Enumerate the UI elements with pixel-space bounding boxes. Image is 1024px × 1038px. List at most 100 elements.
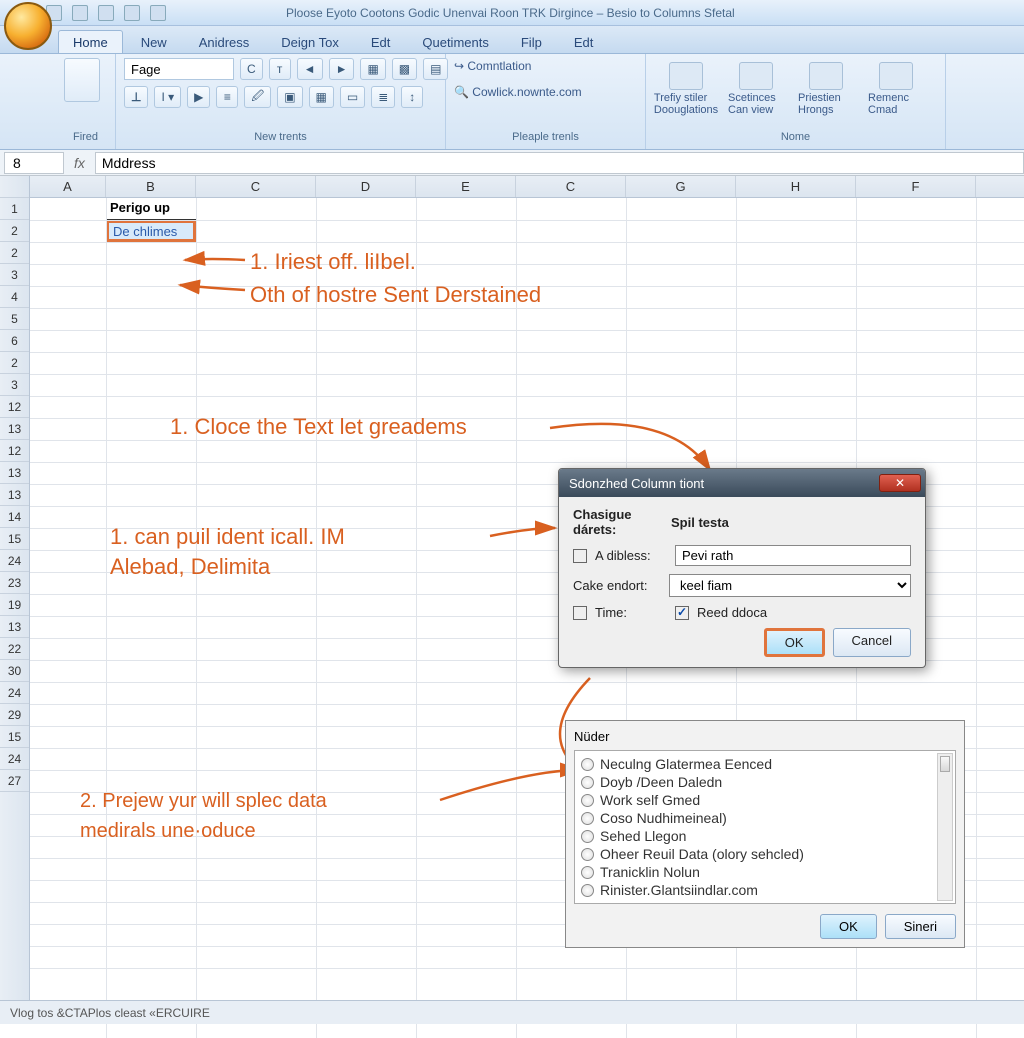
bold-button[interactable]: ⊥ — [124, 86, 148, 108]
arrow-left-icon[interactable]: ◄ — [297, 58, 323, 80]
row-header[interactable]: 2 — [0, 220, 29, 242]
row-header[interactable]: 14 — [0, 506, 29, 528]
time-checkbox[interactable] — [573, 606, 587, 620]
tab-edt2[interactable]: Edt — [560, 31, 608, 53]
col-header[interactable]: F — [856, 176, 976, 197]
fill-icon[interactable]: ▩ — [392, 58, 417, 80]
row-header[interactable]: 22 — [0, 638, 29, 660]
qat-icon[interactable] — [72, 5, 88, 21]
col-header[interactable]: H — [736, 176, 856, 197]
col-header[interactable]: E — [416, 176, 516, 197]
arrow-right-icon[interactable]: ► — [329, 58, 355, 80]
style-icon[interactable]: ≣ — [371, 86, 395, 108]
tab-design[interactable]: Deign Tox — [267, 31, 353, 53]
tab-anidress[interactable]: Anidress — [185, 31, 264, 53]
row-header[interactable]: 1 — [0, 198, 29, 220]
row-header[interactable]: 15 — [0, 528, 29, 550]
row-header[interactable]: 24 — [0, 682, 29, 704]
radio-icon[interactable] — [581, 758, 594, 771]
col-header[interactable]: C — [516, 176, 626, 197]
row-header[interactable]: 29 — [0, 704, 29, 726]
radio-icon[interactable] — [581, 830, 594, 843]
tab-edt[interactable]: Edt — [357, 31, 405, 53]
italic-button[interactable]: I ▾ — [154, 86, 181, 108]
border-icon[interactable]: ▦ — [309, 86, 334, 108]
list-item[interactable]: Doyb /Deen Daledn — [581, 773, 935, 791]
row-header[interactable]: 13 — [0, 418, 29, 440]
row-header[interactable]: 3 — [0, 264, 29, 286]
merge-icon[interactable]: ▭ — [340, 86, 365, 108]
tab-new[interactable]: New — [127, 31, 181, 53]
list-item[interactable]: Sehed Llegon — [581, 827, 935, 845]
cake-endort-select[interactable]: keel fiam — [669, 574, 911, 597]
ok-button[interactable]: OK — [764, 628, 825, 657]
grid-icon[interactable]: ▦ — [360, 58, 385, 80]
row-header[interactable]: 30 — [0, 660, 29, 682]
qat-icon[interactable] — [98, 5, 114, 21]
qat-icon[interactable] — [150, 5, 166, 21]
row-header[interactable]: 13 — [0, 616, 29, 638]
col-header[interactable]: D — [316, 176, 416, 197]
priestien-button[interactable]: Priestien Hrongs — [794, 58, 858, 120]
ok-button[interactable]: OK — [820, 914, 877, 939]
paste-button[interactable] — [64, 58, 100, 102]
col-header[interactable]: A — [30, 176, 106, 197]
tab-filp[interactable]: Filp — [507, 31, 556, 53]
close-icon[interactable]: ✕ — [879, 474, 921, 492]
play-icon[interactable]: ▶ — [187, 86, 210, 108]
row-header[interactable]: 3 — [0, 374, 29, 396]
scetinces-button[interactable]: Scetinces Can view — [724, 58, 788, 120]
align-icon[interactable]: ≡ — [216, 86, 238, 108]
tab-home[interactable]: Home — [58, 30, 123, 53]
row-header[interactable]: 19 — [0, 594, 29, 616]
col-header[interactable]: B — [106, 176, 196, 197]
row-header[interactable]: 24 — [0, 550, 29, 572]
sineri-button[interactable]: Sineri — [885, 914, 956, 939]
cell-b1[interactable]: Perigo up — [106, 198, 196, 220]
row-header[interactable]: 12 — [0, 440, 29, 462]
format-c-button[interactable]: C — [240, 58, 263, 80]
scrollbar[interactable] — [937, 753, 953, 901]
a-dibless-input[interactable] — [675, 545, 911, 566]
radio-icon[interactable] — [581, 794, 594, 807]
list-item[interactable]: Rinister.Glantsiindlar.com — [581, 881, 935, 899]
list-item[interactable]: Work self Gmed — [581, 791, 935, 809]
radio-icon[interactable] — [581, 884, 594, 897]
row-header[interactable]: 15 — [0, 726, 29, 748]
radio-icon[interactable] — [581, 866, 594, 879]
format-t-button[interactable]: ᴛ — [269, 58, 291, 80]
shade-icon[interactable]: ▤ — [423, 58, 448, 80]
formula-input[interactable]: Mddress — [95, 152, 1024, 174]
row-header[interactable]: 13 — [0, 462, 29, 484]
row-header[interactable]: 4 — [0, 286, 29, 308]
trefiy-button[interactable]: Trefiy stiler Doouglations — [654, 58, 718, 120]
radio-icon[interactable] — [581, 812, 594, 825]
cancel-button[interactable]: Cancel — [833, 628, 911, 657]
a-dibless-checkbox[interactable] — [573, 549, 587, 563]
dialog-titlebar[interactable]: Sdonzhed Column tiont ✕ — [559, 469, 925, 497]
paint-icon[interactable]: 🖉 — [244, 86, 271, 108]
office-button[interactable] — [4, 2, 52, 50]
col-header[interactable]: G — [626, 176, 736, 197]
col-header[interactable]: C — [196, 176, 316, 197]
row-header[interactable]: 6 — [0, 330, 29, 352]
name-box[interactable]: 8 — [4, 152, 64, 174]
row-header[interactable]: 2 — [0, 352, 29, 374]
list-item[interactable]: Neculng Glatermea Eenced — [581, 755, 935, 773]
row-header[interactable]: 2 — [0, 242, 29, 264]
row-header[interactable]: 24 — [0, 748, 29, 770]
row-header[interactable]: 5 — [0, 308, 29, 330]
radio-icon[interactable] — [581, 776, 594, 789]
comntlation-link[interactable]: ↪ Comntlation — [454, 58, 531, 74]
remenc-button[interactable]: Remenc Cmad — [864, 58, 928, 120]
qat-icon[interactable] — [124, 5, 140, 21]
cowlick-link[interactable]: 🔍 Cowlick.nownte.com — [454, 84, 582, 100]
row-header[interactable]: 23 — [0, 572, 29, 594]
reed-ddoca-checkbox[interactable] — [675, 606, 689, 620]
list-item[interactable]: Tranicklin Nolun — [581, 863, 935, 881]
list-item[interactable]: Coso Nudhimeineal) — [581, 809, 935, 827]
sort-icon[interactable]: ↕ — [401, 86, 423, 108]
list-item[interactable]: Oheer Reuil Data (olory sehcled) — [581, 845, 935, 863]
row-header[interactable]: 27 — [0, 770, 29, 792]
font-selector[interactable] — [124, 58, 234, 80]
